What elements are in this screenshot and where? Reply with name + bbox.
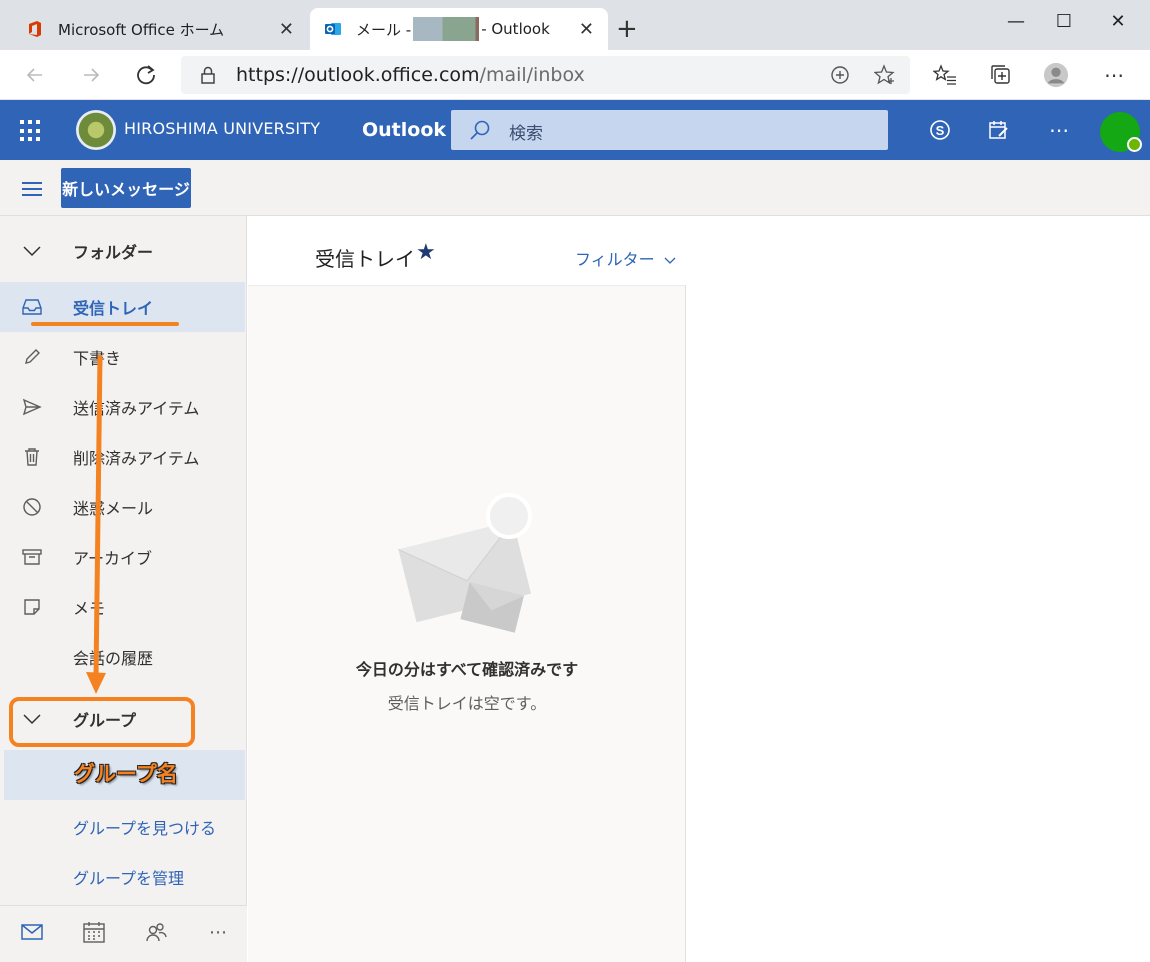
collections-icon[interactable] xyxy=(988,62,1014,88)
sidebar-item-drafts[interactable]: 下書き xyxy=(0,332,245,382)
back-icon[interactable] xyxy=(22,62,48,88)
tab-title-suffix: - Outlook xyxy=(481,20,550,38)
calendar-icon[interactable] xyxy=(79,918,109,946)
favorite-star-icon[interactable]: ★ xyxy=(416,240,436,265)
annotation-highlight-box xyxy=(9,697,195,747)
chevron-down-icon xyxy=(664,257,676,264)
close-tab-icon[interactable]: ✕ xyxy=(279,19,294,40)
sidebar-item-archive[interactable]: アーカイブ xyxy=(0,532,245,582)
block-icon xyxy=(20,495,44,519)
annotation-arrow xyxy=(86,354,106,694)
favorite-star-icon[interactable] xyxy=(872,62,898,88)
trash-icon xyxy=(20,445,44,469)
folder-title: 受信トレイ xyxy=(315,247,415,271)
chevron-down-icon xyxy=(20,239,44,263)
annotation-underline xyxy=(31,322,179,326)
url-text[interactable]: https://outlook.office.com/mail/inbox xyxy=(236,64,585,86)
sidebar-item-find-groups[interactable]: グループを見つける xyxy=(0,802,245,852)
sidebar-item-label: 受信トレイ xyxy=(73,299,154,318)
browser-tab-outlook[interactable]: メール - - Outlook ✕ xyxy=(310,8,608,50)
more-icon[interactable]: ⋯ xyxy=(1101,62,1127,88)
minimize-button[interactable]: — xyxy=(993,6,1039,36)
forward-icon[interactable] xyxy=(78,62,104,88)
header-more-icon[interactable]: ⋯ xyxy=(1044,116,1074,144)
archive-icon xyxy=(20,545,44,569)
skype-icon[interactable]: S xyxy=(925,116,955,144)
university-name: HIROSHIMA UNIVERSITY xyxy=(124,119,321,138)
close-window-button[interactable]: ✕ xyxy=(1095,6,1141,36)
refresh-icon[interactable] xyxy=(133,62,159,88)
tab-title-prefix: メール - xyxy=(356,20,412,39)
university-seal-logo xyxy=(76,110,116,150)
sidebar-item-label: グループを見つける xyxy=(73,819,217,838)
tab-title: Microsoft Office ホーム xyxy=(58,20,225,39)
folders-header[interactable]: フォルダー xyxy=(0,226,245,276)
svg-text:S: S xyxy=(936,123,945,138)
more-apps-icon[interactable]: ⋯ xyxy=(203,918,233,946)
url-path: /mail/inbox xyxy=(479,64,585,86)
profile-icon[interactable] xyxy=(1043,62,1069,88)
note-icon xyxy=(20,595,44,619)
new-tab-button[interactable]: + xyxy=(616,14,638,44)
inbox-icon xyxy=(20,295,44,319)
redacted-block xyxy=(413,17,480,41)
lock-icon[interactable] xyxy=(195,62,221,88)
sidebar-item-notes[interactable]: メモ xyxy=(0,582,245,632)
mail-icon[interactable] xyxy=(17,918,47,946)
new-message-button[interactable]: 新しいメッセージ xyxy=(61,168,191,208)
folders-header-label: フォルダー xyxy=(73,243,154,262)
sidebar-item-deleted[interactable]: 削除済みアイテム xyxy=(0,432,245,482)
sidebar-item-junk[interactable]: 迷惑メール xyxy=(0,482,245,532)
filter-label: フィルター xyxy=(575,250,655,269)
app-launcher-icon[interactable] xyxy=(20,120,42,142)
blank-icon xyxy=(20,645,44,669)
sidebar-item-conversation-history[interactable]: 会話の履歴 xyxy=(0,632,245,682)
group-name-annotation: グループ名 xyxy=(74,762,178,786)
empty-state-title: 今日の分はすべて確認済みです xyxy=(355,660,579,679)
add-icon[interactable] xyxy=(827,62,853,88)
maximize-button[interactable]: ☐ xyxy=(1041,6,1087,36)
sidebar-item-sent[interactable]: 送信済みアイテム xyxy=(0,382,245,432)
sidebar-item-manage-groups[interactable]: グループを管理 xyxy=(0,852,245,902)
outlook-logo-icon xyxy=(325,23,341,35)
empty-state-subtitle: 受信トレイは空です。 xyxy=(387,694,547,713)
url-host: https://outlook.office.com xyxy=(236,64,480,86)
empty-inbox-illustration xyxy=(398,493,532,633)
sidebar-item-label: グループを管理 xyxy=(73,869,185,888)
filter-button[interactable]: フィルター xyxy=(575,246,676,270)
office-logo-icon xyxy=(29,21,41,37)
browser-tab-office[interactable]: Microsoft Office ホーム ✕ xyxy=(12,8,308,50)
presence-available-icon xyxy=(1127,137,1142,152)
search-placeholder: 検索 xyxy=(509,124,543,144)
reading-pane xyxy=(687,216,1150,962)
favorites-list-icon[interactable] xyxy=(932,62,958,88)
app-name[interactable]: Outlook xyxy=(362,119,446,141)
search-icon xyxy=(468,118,492,146)
my-day-icon[interactable] xyxy=(984,116,1014,144)
pencil-icon xyxy=(20,345,44,369)
hamburger-menu-icon[interactable] xyxy=(22,182,42,196)
people-icon[interactable] xyxy=(141,918,171,946)
close-tab-icon[interactable]: ✕ xyxy=(579,19,594,40)
send-icon xyxy=(20,395,44,419)
